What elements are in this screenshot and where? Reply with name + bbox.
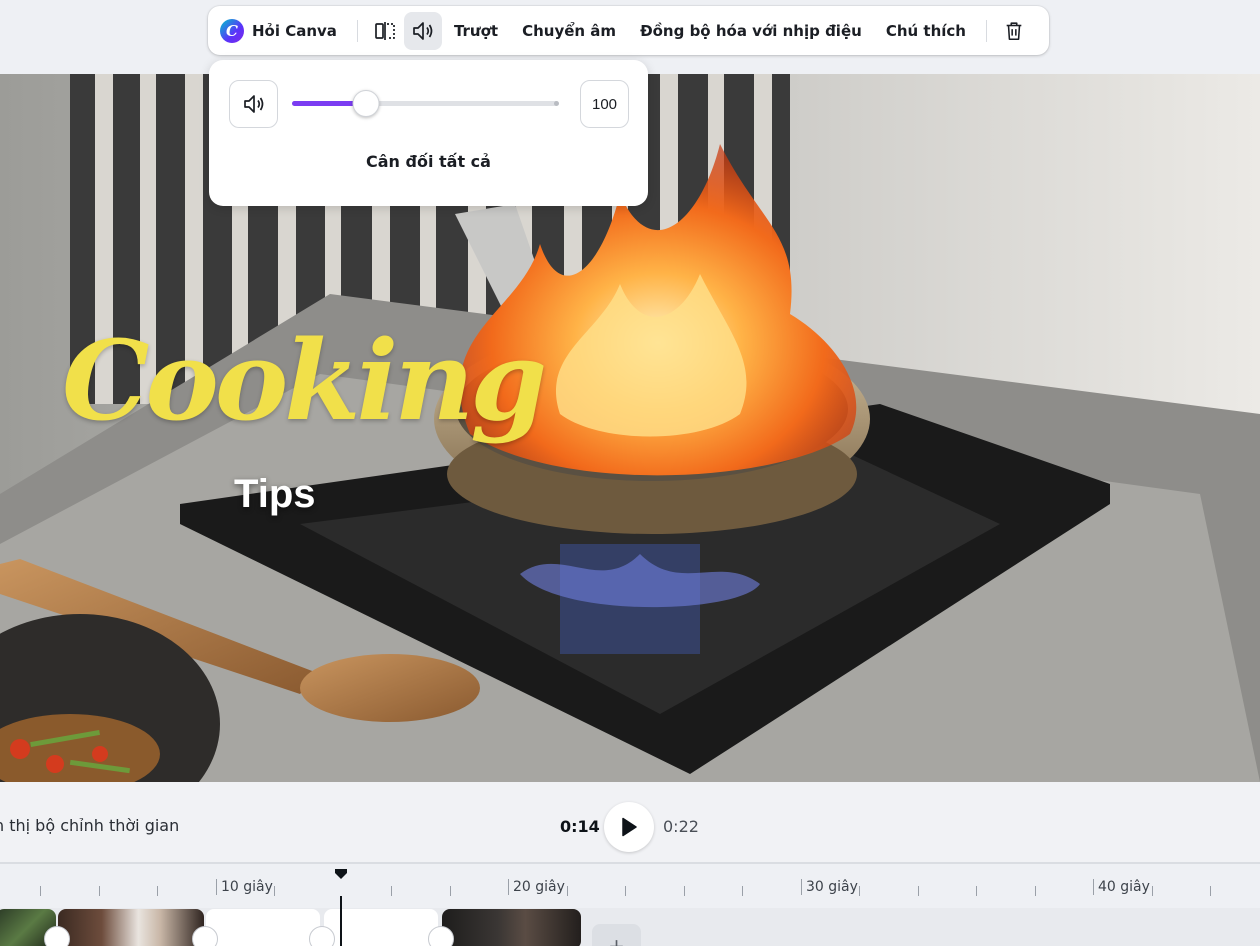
plus-icon: + — [608, 934, 625, 946]
ruler-label-30s: 30 giây — [801, 879, 858, 895]
ruler-tick — [391, 886, 392, 896]
play-icon — [622, 817, 637, 837]
canva-logo-icon: C — [220, 18, 244, 43]
title-sub-text[interactable]: Tips — [234, 472, 316, 517]
transcribe-button[interactable]: Chuyển âm — [510, 12, 628, 50]
transition-button[interactable] — [192, 926, 218, 946]
ruler-tick — [1152, 886, 1153, 896]
flip-button[interactable] — [366, 12, 404, 50]
balance-all-button[interactable]: Cân đối tất cả — [209, 152, 648, 171]
ruler-tick — [274, 886, 275, 896]
ruler-label-40s: 40 giây — [1093, 879, 1150, 895]
ruler-tick — [99, 886, 100, 896]
volume-slider-end — [554, 101, 559, 106]
volume-slider[interactable] — [292, 90, 559, 117]
ruler-tick — [450, 886, 451, 896]
ruler-tick — [40, 886, 41, 896]
ruler-tick — [157, 886, 158, 896]
trash-icon — [1006, 21, 1022, 40]
timeline-ruler[interactable]: 10 giây 20 giây 30 giây 40 giây — [0, 864, 1260, 908]
transition-button[interactable] — [309, 926, 335, 946]
ruler-tick — [742, 886, 743, 896]
total-time: 0:22 — [663, 817, 699, 836]
ruler-tick — [684, 886, 685, 896]
ruler-tick — [567, 886, 568, 896]
ruler-tick — [1210, 886, 1211, 896]
timing-editor-label[interactable]: n thị bộ chỉnh thời gian — [0, 816, 179, 835]
title-script-text[interactable]: Cooking — [62, 326, 547, 436]
volume-slider-thumb[interactable] — [352, 90, 380, 117]
speaker-icon — [243, 95, 263, 113]
add-clip-button[interactable]: + — [592, 924, 641, 946]
play-button[interactable] — [604, 802, 654, 852]
delete-button[interactable] — [995, 12, 1033, 50]
clip-thumbnail[interactable] — [206, 909, 320, 946]
ruler-tick — [625, 886, 626, 896]
caption-button[interactable]: Chú thích — [874, 12, 978, 50]
ruler-label-10s: 10 giây — [216, 879, 273, 895]
element-toolbar: C Hỏi Canva Trượt Chuyển âm Đồng bộ hóa … — [208, 6, 1049, 55]
transition-button[interactable] — [44, 926, 70, 946]
ask-canva-button[interactable]: C Hỏi Canva — [220, 18, 337, 43]
sync-beat-button[interactable]: Đồng bộ hóa với nhịp điệu — [628, 12, 874, 50]
ruler-tick — [859, 886, 860, 896]
clip-thumbnail[interactable] — [58, 909, 204, 946]
ask-canva-label: Hỏi Canva — [252, 21, 337, 40]
volume-popover: 100 Cân đối tất cả — [209, 60, 648, 206]
playback-bar: n thị bộ chỉnh thời gian 0:14 0:22 — [0, 782, 1260, 864]
playhead-line — [340, 896, 342, 946]
playhead-handle[interactable] — [334, 868, 348, 880]
ruler-tick — [1035, 886, 1036, 896]
current-time: 0:14 — [560, 817, 600, 836]
ruler-tick — [918, 886, 919, 896]
ruler-tick — [976, 886, 977, 896]
volume-button[interactable] — [403, 11, 442, 50]
transition-button[interactable] — [428, 926, 454, 946]
toolbar-divider — [356, 19, 358, 42]
volume-value-field[interactable]: 100 — [580, 80, 629, 128]
flip-icon — [375, 21, 395, 40]
speaker-icon — [413, 21, 433, 40]
clip-thumbnail[interactable] — [442, 909, 581, 946]
toolbar-divider — [985, 19, 987, 42]
mute-button[interactable] — [229, 80, 278, 128]
slide-button[interactable]: Trượt — [442, 12, 510, 50]
ruler-label-20s: 20 giây — [508, 879, 565, 895]
